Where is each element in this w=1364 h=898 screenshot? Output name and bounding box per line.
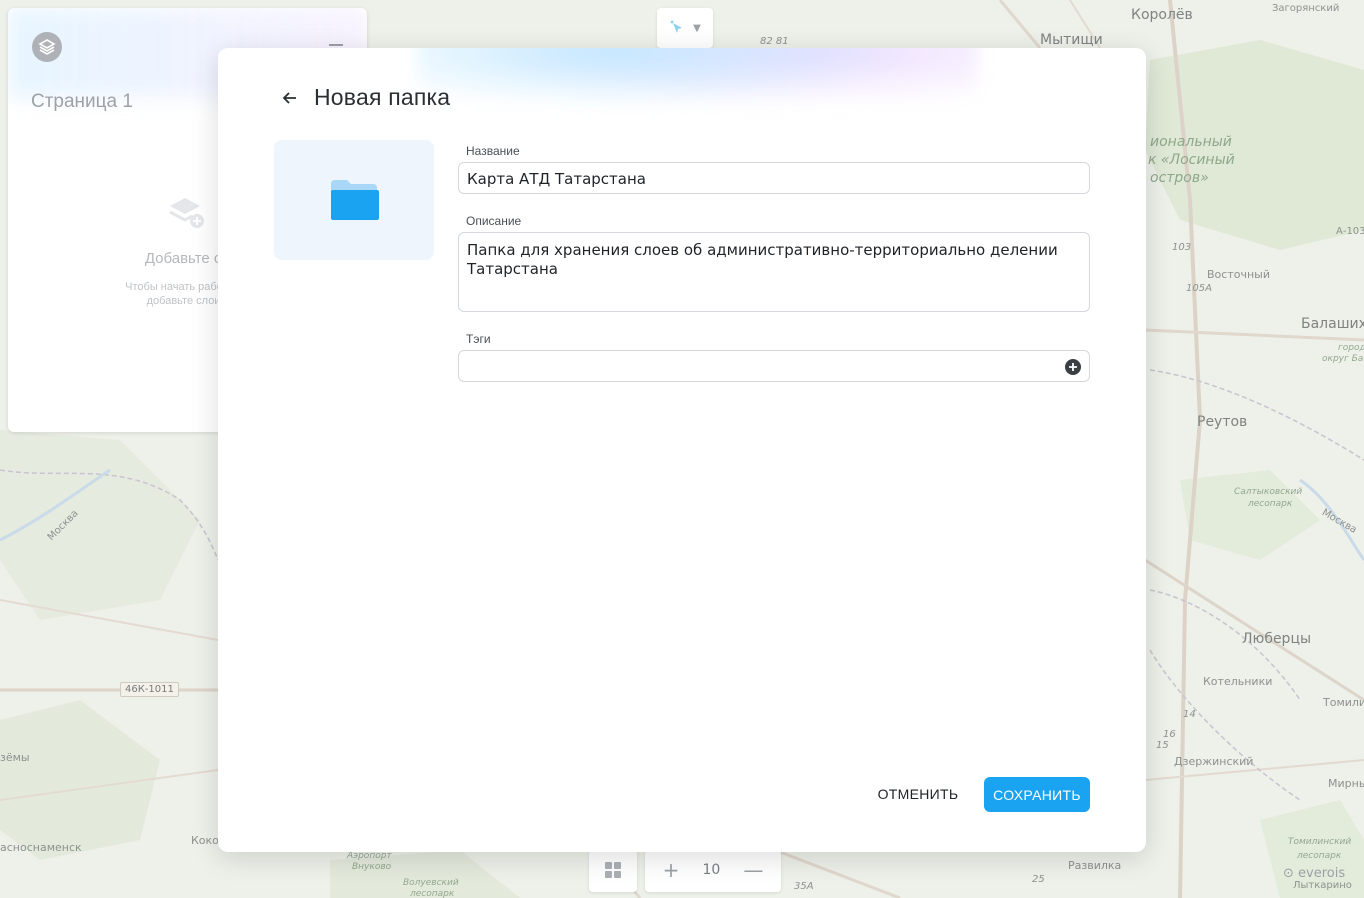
map-label: иональный: [1150, 134, 1232, 150]
map-label: Лыткарино: [1293, 880, 1352, 891]
map-label: Мирны: [1328, 777, 1364, 790]
map-label: Котельники: [1203, 675, 1273, 688]
map-label: зёмы: [0, 751, 30, 764]
map-label: 16: [1163, 729, 1176, 740]
map-label: Томили: [1323, 696, 1364, 709]
map-label: А-103: [1336, 226, 1364, 237]
map-label: округ Ба: [1322, 354, 1364, 364]
map-label: Мытищи: [1040, 32, 1103, 48]
attribution-text: everois: [1298, 866, 1346, 881]
map-label: лесопарк: [410, 889, 455, 898]
map-label: Реутов: [1197, 414, 1248, 430]
description-field-label: Описание: [466, 214, 522, 228]
map-label: Развилка: [1068, 859, 1122, 872]
zoom-out-button[interactable]: —: [743, 858, 763, 882]
add-tag-icon[interactable]: [1065, 359, 1081, 375]
map-label: 105А: [1186, 283, 1212, 294]
zoom-level: 10: [702, 862, 721, 878]
app-logo-icon[interactable]: [32, 32, 62, 62]
chevron-down-icon: ▼: [693, 22, 701, 34]
add-layer-icon: [169, 198, 204, 228]
map-label: Салтыковский: [1234, 487, 1303, 497]
map-label: к «Лосиный: [1148, 152, 1235, 168]
plus-icon: [1069, 363, 1077, 371]
back-button[interactable]: [278, 86, 302, 110]
map-label: Дзержинский: [1174, 755, 1254, 768]
map-label: Королёв: [1131, 7, 1193, 23]
map-label: 35А: [794, 881, 814, 892]
map-attribution: ⊙ everois: [1283, 866, 1345, 881]
map-label: 82 81: [760, 36, 789, 47]
tags-field[interactable]: [458, 350, 1090, 382]
name-field[interactable]: Карта АТД Татарстана: [458, 162, 1090, 194]
map-label: 103: [1172, 242, 1192, 253]
select-tool-dropdown[interactable]: ▼: [657, 8, 713, 48]
cancel-button[interactable]: ОТМЕНИТЬ: [868, 777, 968, 811]
map-label: Восточный: [1207, 268, 1270, 281]
map-label: 15: [1156, 740, 1169, 751]
description-field-value: Папка для хранения слоев об администрати…: [467, 241, 1063, 278]
new-folder-dialog: Новая папка Название Карта АТД Татарстан…: [218, 48, 1146, 852]
map-label: асноснаменск: [0, 841, 82, 854]
map-label: Загорянский: [1272, 3, 1340, 14]
map-label: Балаших: [1301, 316, 1364, 332]
folder-thumbnail: [274, 140, 434, 260]
description-field[interactable]: Папка для хранения слоев об администрати…: [458, 232, 1090, 312]
tags-field-label: Тэги: [466, 332, 491, 346]
map-label: Томилинский: [1288, 837, 1352, 847]
grid-icon: [605, 862, 621, 878]
map-label: Внуково: [352, 862, 392, 872]
map-label: город: [1338, 343, 1364, 353]
map-label: остров»: [1150, 170, 1209, 186]
name-field-value: Карта АТД Татарстана: [467, 170, 646, 188]
folder-icon: [331, 180, 379, 220]
name-field-label: Название: [466, 144, 520, 158]
map-label: Аэропорт: [347, 851, 392, 861]
save-button[interactable]: СОХРАНИТЬ: [984, 777, 1090, 812]
map-label: лесопарк: [1248, 499, 1293, 509]
map-label: лесопарк: [1297, 851, 1342, 861]
road-badge: 46К-1011: [120, 682, 179, 697]
dialog-title: Новая папка: [314, 84, 451, 110]
map-label: 14: [1183, 709, 1196, 720]
cursor-icon: [670, 20, 683, 33]
layout-grid-button[interactable]: [589, 848, 637, 892]
map-label: Коко: [191, 834, 219, 847]
page-title: Страница 1: [31, 91, 133, 112]
map-label: Волуевский: [403, 878, 459, 888]
attribution-logo-icon: ⊙: [1283, 866, 1294, 881]
map-label: Люберцы: [1242, 631, 1312, 647]
arrow-left-icon: [282, 92, 296, 104]
map-label: 25: [1032, 874, 1045, 885]
zoom-control: + 10 —: [645, 848, 781, 892]
zoom-in-button[interactable]: +: [663, 858, 680, 882]
